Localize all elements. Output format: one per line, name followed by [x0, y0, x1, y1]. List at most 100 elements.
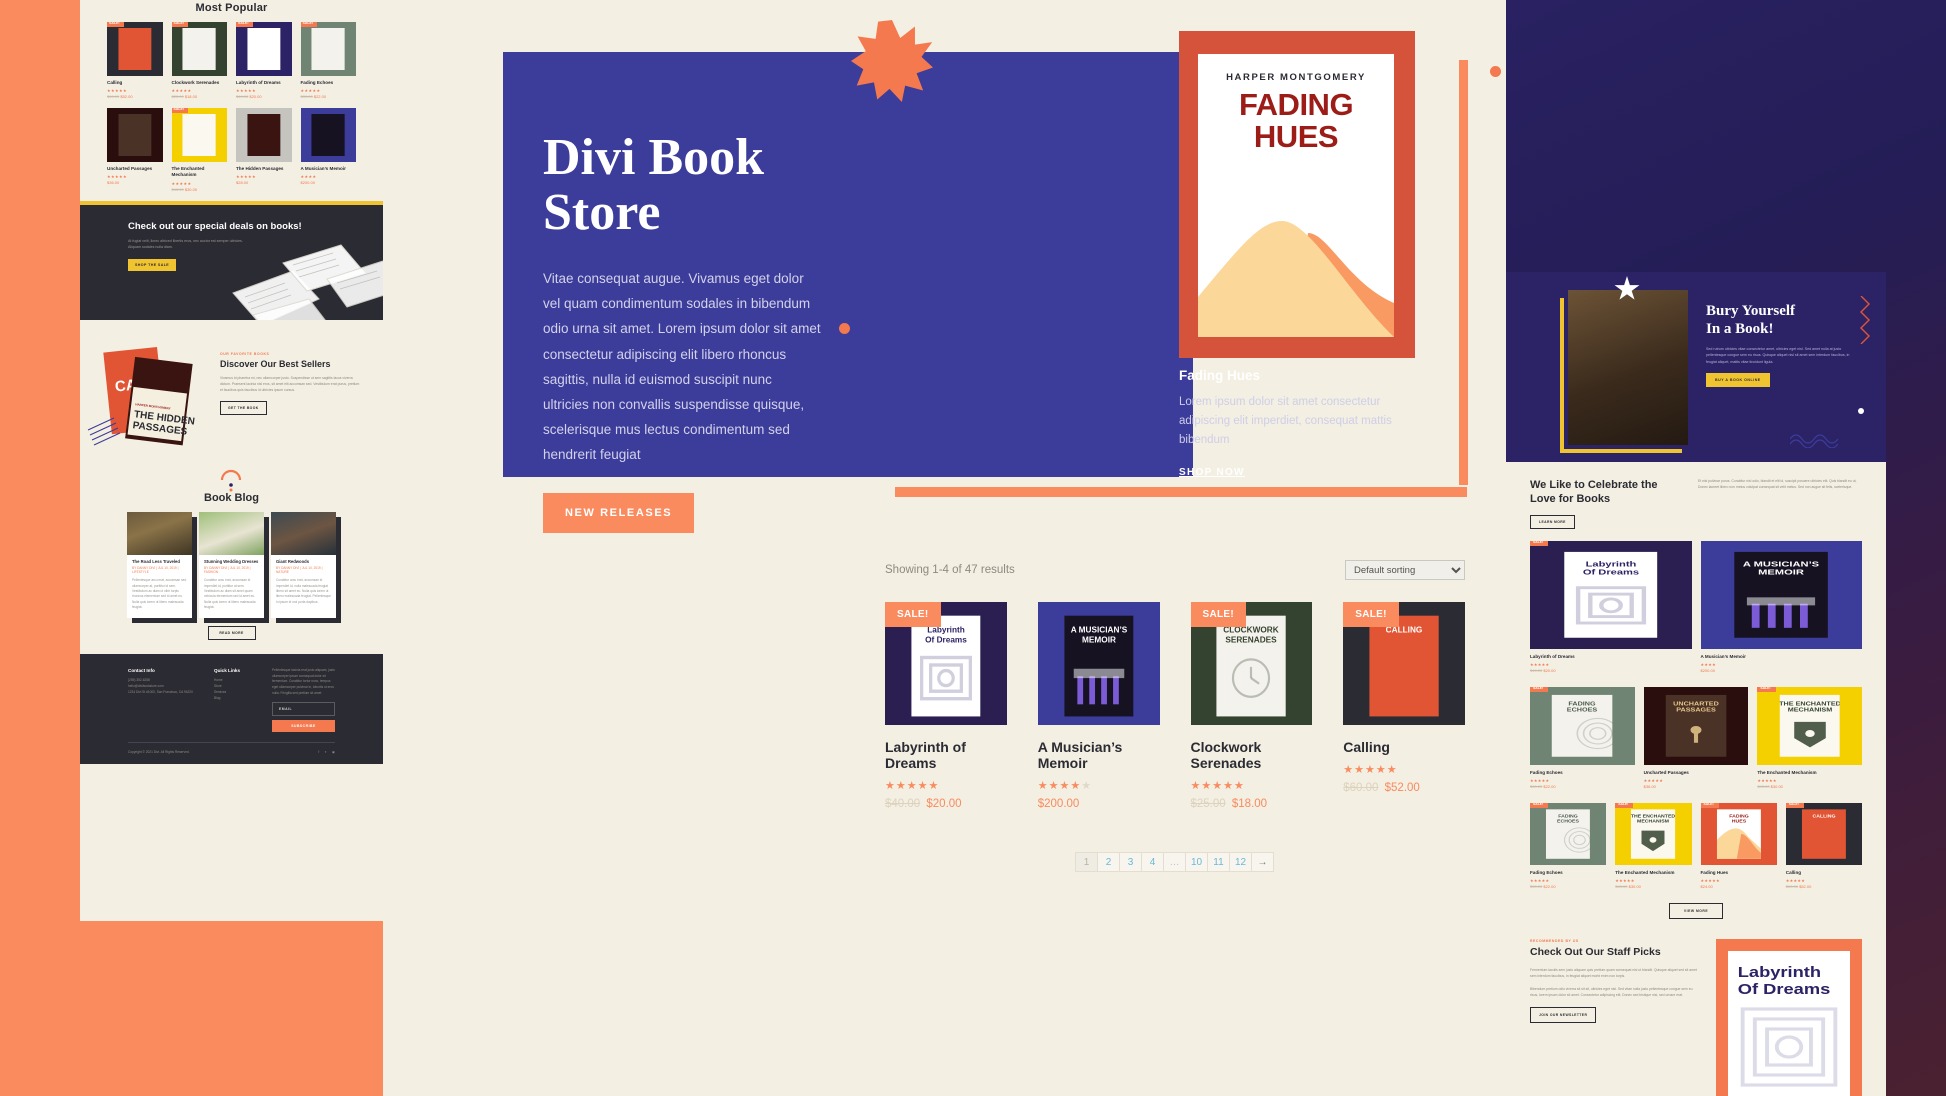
product-thumbnail[interactable]	[107, 108, 163, 163]
product-thumbnail[interactable]: SALE!	[236, 22, 292, 76]
list-item[interactable]: SALE! Clockwork Serenades ★★★★★ $25.00 $…	[171, 22, 227, 100]
blog-post-card[interactable]: Stunning Wedding Dresses BY DANNY DIVI |…	[199, 511, 264, 618]
pagination-page-3[interactable]: 3	[1119, 852, 1142, 872]
facebook-icon[interactable]: f	[318, 750, 319, 754]
instagram-icon[interactable]: ▣	[332, 750, 335, 754]
pagination-page-10[interactable]: 10	[1185, 852, 1208, 872]
list-item[interactable]: Uncharted Passages ★★★★★ $36.00	[107, 108, 163, 191]
right-preview-row-2: SALE! FADING ECHOES Fading Echoes ★★★★★ $…	[1530, 686, 1862, 789]
dunes-illustration	[1198, 221, 1394, 337]
product-name[interactable]: Calling	[1343, 739, 1465, 755]
product-thumbnail[interactable]	[300, 108, 356, 163]
product-thumbnail[interactable]: SALE! CALLING	[1343, 602, 1465, 725]
right-page-preview[interactable]: Bury Yourself In a Book! Sed rutrum ultr…	[1506, 272, 1886, 1096]
view-more-button[interactable]: VIEW MORE	[1669, 903, 1723, 920]
book-cover-art	[182, 114, 216, 157]
left-preview-bestsellers-section: CA HARPER MONTGOMERY THE HIDDEN PASSAGES	[80, 320, 383, 460]
list-item[interactable]: SALE! FADING ECHOES Fading Echoes ★★★★★ $…	[1530, 802, 1607, 889]
pagination-page-…[interactable]: …	[1163, 852, 1186, 872]
bestsellers-cta-button[interactable]: GET THE BOOK	[220, 400, 267, 415]
list-item[interactable]: SALE! FADING ECHOES Fading Echoes ★★★★★ $…	[1530, 686, 1635, 789]
footer-email-input[interactable]: EMAIL	[272, 701, 335, 716]
footer-subscribe-button[interactable]: SUBSCRIBE	[272, 719, 335, 732]
product-thumbnail[interactable]: SALE! FADING ECHOES	[1530, 802, 1607, 865]
sort-dropdown[interactable]: Default sortingSort by popularitySort by…	[1345, 560, 1465, 580]
book-cover-art	[311, 114, 345, 157]
left-page-preview[interactable]: Most Popular SALE! Calling ★★★★★ $60.00 …	[80, 0, 383, 921]
footer-links-list[interactable]: Home Store Services Blog	[214, 677, 258, 701]
product-thumbnail[interactable]: SALE! Labyrinth Of Dreams	[885, 602, 1007, 725]
right-hero-cta-button[interactable]: BUY A BOOK ONLINE	[1706, 373, 1770, 388]
product-card[interactable]: SALE! CLOCKWORK SERENADES Clockwork Seren…	[1190, 602, 1313, 810]
product-name: Calling	[1785, 869, 1802, 875]
pagination-page-1[interactable]: 1	[1075, 852, 1098, 872]
product-thumbnail[interactable]: UNCHARTED PASSAGES	[1643, 686, 1749, 765]
rating-stars: ★★★★★	[1530, 661, 1550, 667]
right-hero-copy: Bury Yourself In a Book! Sed rutrum ultr…	[1706, 302, 1856, 388]
twitter-icon[interactable]: ✦	[324, 750, 327, 754]
new-releases-button[interactable]: NEW RELEASES	[543, 493, 695, 534]
blog-post-meta: BY DANNY DIVI | JUL 10, 2019 | NATURE	[276, 565, 323, 575]
list-item[interactable]: A Musician’s Memoir ★★★★ $200.00	[300, 108, 356, 191]
product-thumbnail[interactable]: SALE! FADING HUES	[1700, 802, 1777, 865]
product-thumbnail[interactable]: SALE! Labyrinth Of Dreams	[1530, 540, 1692, 649]
product-card[interactable]: SALE! Labyrinth Of Dreams Labyrinth of Dr…	[885, 602, 1007, 810]
list-item[interactable]: The Hidden Passages ★★★★★ $28.00	[236, 108, 292, 191]
product-price: $40.00 $20.00	[1530, 667, 1556, 673]
deals-cta-button[interactable]: SHOP THE SALE	[128, 258, 177, 271]
staff-newsletter-button[interactable]: JOIN OUR NEWSLETTER	[1530, 1007, 1597, 1024]
product-thumbnail[interactable]: SALE! FADING ECHOES	[1530, 686, 1635, 765]
product-thumbnail[interactable]: SALE!	[171, 108, 227, 163]
blog-post-card[interactable]: Giant Redwoods BY DANNY DIVI | JUL 10, 2…	[271, 511, 336, 618]
right-preview-row-1: SALE! Labyrinth Of Dreams Labyrinth of Dr…	[1530, 540, 1862, 673]
sale-badge: SALE!	[236, 22, 253, 27]
product-name[interactable]: A Musician’s Memoir	[1038, 739, 1160, 771]
list-item[interactable]: UNCHARTED PASSAGES Uncharted Passages ★★★…	[1643, 686, 1749, 789]
pagination-page-4[interactable]: 4	[1141, 852, 1164, 872]
product-thumbnail[interactable]	[236, 108, 292, 163]
list-item[interactable]: SALE! Fading Echoes ★★★★★ $30.00 $22.00	[300, 22, 356, 99]
pagination-page-2[interactable]: 2	[1097, 852, 1120, 872]
list-item[interactable]: SALE! The Enchanted Mechanism ★★★★★ $45.…	[171, 108, 227, 192]
product-name: Fading Hues	[1700, 869, 1729, 875]
list-item[interactable]: A MUSICIAN’S MEMOIR A Musician’s Memoir ★…	[1700, 540, 1862, 673]
shop-now-link[interactable]: SHOP NOW	[1179, 467, 1245, 478]
pagination[interactable]: 1 2 3 4… 10 11 12 →	[885, 852, 1465, 872]
product-thumbnail[interactable]: SALE! THE ENCHANTED MECHANISM	[1757, 686, 1862, 765]
pagination-page-11[interactable]: 11	[1207, 852, 1230, 872]
product-thumbnail[interactable]: SALE!	[171, 22, 227, 76]
featured-book-card[interactable]: HARPER MONTGOMERY FADING HUES	[1179, 31, 1415, 358]
shop-section: Showing 1-4 of 47 results Default sortin…	[885, 560, 1465, 872]
list-item[interactable]: SALE! CALLING Calling ★★★★★ $60.00 $52.0…	[1785, 802, 1862, 889]
pagination-page-12[interactable]: 12	[1229, 852, 1252, 872]
pagination-next[interactable]: →	[1251, 852, 1274, 872]
product-thumbnail[interactable]: SALE! CLOCKWORK SERENADES	[1190, 602, 1313, 725]
product-name[interactable]: Clockwork Serenades	[1191, 739, 1313, 771]
svg-text:HUES: HUES	[1731, 819, 1745, 824]
list-item[interactable]: SALE! Labyrinth Of Dreams Labyrinth of Dr…	[1530, 540, 1692, 673]
product-thumbnail[interactable]: A MUSICIAN’S MEMOIR	[1037, 602, 1160, 725]
list-item[interactable]: SALE! FADING HUES Fading Hues ★★★★★ $24.0…	[1700, 802, 1777, 889]
list-item[interactable]: SALE! THE ENCHANTED MECHANISM The Enchant…	[1615, 802, 1692, 889]
celebrate-learn-more-button[interactable]: LEARN MORE	[1530, 514, 1575, 529]
product-name[interactable]: Labyrinth of Dreams	[885, 739, 1007, 771]
blog-readmore-button[interactable]: READ MORE	[207, 625, 256, 640]
product-thumbnail[interactable]: SALE! THE ENCHANTED MECHANISM	[1615, 802, 1692, 865]
product-thumbnail[interactable]: SALE!	[300, 22, 356, 76]
book-cover-art	[118, 114, 152, 157]
product-thumbnail[interactable]: SALE!	[107, 22, 163, 76]
product-card[interactable]: SALE! CALLING Calling ★★★★★ $60.00 $52.0…	[1343, 602, 1465, 810]
product-price: $25.00 $18.00	[171, 94, 198, 100]
sale-badge: SALE!	[107, 22, 124, 27]
svg-text:THE ENCHANTED: THE ENCHANTED	[1631, 814, 1675, 819]
list-item[interactable]: SALE! Labyrinth of Dreams ★★★★★ $40.00 $…	[236, 22, 292, 99]
list-item[interactable]: SALE! THE ENCHANTED MECHANISM The Enchant…	[1757, 686, 1862, 789]
blog-post-card[interactable]: The Road Less Traveled BY DANNY DIVI | J…	[127, 511, 192, 618]
svg-text:MEMOIR: MEMOIR	[1082, 634, 1116, 644]
product-thumbnail[interactable]: SALE! CALLING	[1785, 802, 1862, 865]
left-preview-footer: Contact Info (255) 352-6258 hello@diviboo…	[80, 653, 383, 764]
footer-social-icons[interactable]: f ✦ ▣	[318, 750, 335, 754]
product-thumbnail[interactable]: A MUSICIAN’S MEMOIR	[1700, 540, 1862, 649]
product-card[interactable]: A MUSICIAN’S MEMOIR A Musician’s Memoir ★…	[1037, 602, 1160, 810]
list-item[interactable]: SALE! Calling ★★★★★ $60.00 $52.00	[107, 22, 163, 99]
